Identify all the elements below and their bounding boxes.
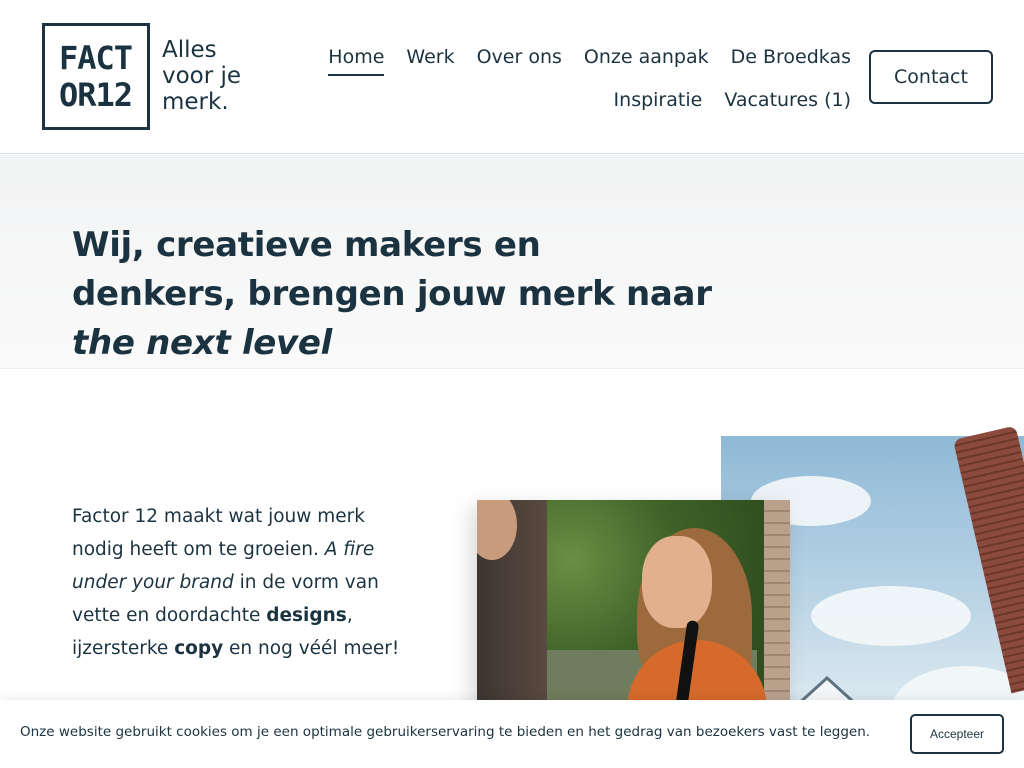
nav-row-1: Home Werk Over ons Onze aanpak De Broedk… — [311, 42, 851, 76]
hero: Wij, creatieve makers en denkers, brenge… — [0, 155, 1024, 369]
nav-item-de-broedkas[interactable]: De Broedkas — [731, 42, 851, 76]
intro-part-1: Factor 12 maakt wat jouw merk nodig heef… — [72, 506, 365, 560]
cookie-message: Onze website gebruikt cookies om je een … — [20, 724, 871, 740]
nav-item-inspiratie[interactable]: Inspiratie — [614, 85, 703, 115]
intro-part-4: designs — [266, 605, 347, 626]
intro-text: Factor 12 maakt wat jouw merk nodig heef… — [72, 500, 402, 665]
nav-row-2: Inspiratie Vacatures (1) — [311, 85, 851, 115]
main-nav: Home Werk Over ons Onze aanpak De Broedk… — [311, 42, 851, 115]
face-shape — [642, 536, 712, 628]
logo[interactable]: FACT OR12 Alles voor je merk. — [42, 23, 241, 130]
hero-title: Wij, creatieve makers en denkers, brenge… — [72, 221, 712, 368]
hero-title-emphasis: the next level — [72, 323, 333, 363]
hero-title-text: Wij, creatieve makers en denkers, brenge… — [72, 225, 712, 314]
logo-line-2: OR12 — [59, 76, 133, 114]
tagline-line-3: merk. — [162, 88, 229, 115]
cookie-bar: Onze website gebruikt cookies om je een … — [0, 700, 1024, 768]
logo-mark: FACT OR12 — [42, 23, 150, 130]
tagline-line-1: Alles — [162, 36, 217, 63]
logo-tagline: Alles voor je merk. — [162, 37, 241, 115]
nav-item-werk[interactable]: Werk — [406, 42, 454, 76]
logo-line-1: FACT — [59, 39, 133, 77]
cloud-shape — [811, 586, 971, 646]
accept-cookies-button[interactable]: Accepteer — [910, 714, 1004, 754]
nav-item-over-ons[interactable]: Over ons — [477, 42, 562, 76]
nav-item-vacatures[interactable]: Vacatures (1) — [724, 85, 851, 115]
intro-part-6: copy — [174, 638, 224, 659]
site-header: FACT OR12 Alles voor je merk. Home Werk … — [0, 0, 1024, 154]
contact-button[interactable]: Contact — [869, 50, 993, 104]
logo-wordmark: FACT OR12 — [59, 39, 133, 114]
tagline-line-2: voor je — [162, 62, 242, 89]
nav-item-home[interactable]: Home — [328, 42, 385, 76]
nav-item-onze-aanpak[interactable]: Onze aanpak — [584, 42, 709, 76]
intro-part-7: en nog véél meer! — [223, 638, 400, 659]
